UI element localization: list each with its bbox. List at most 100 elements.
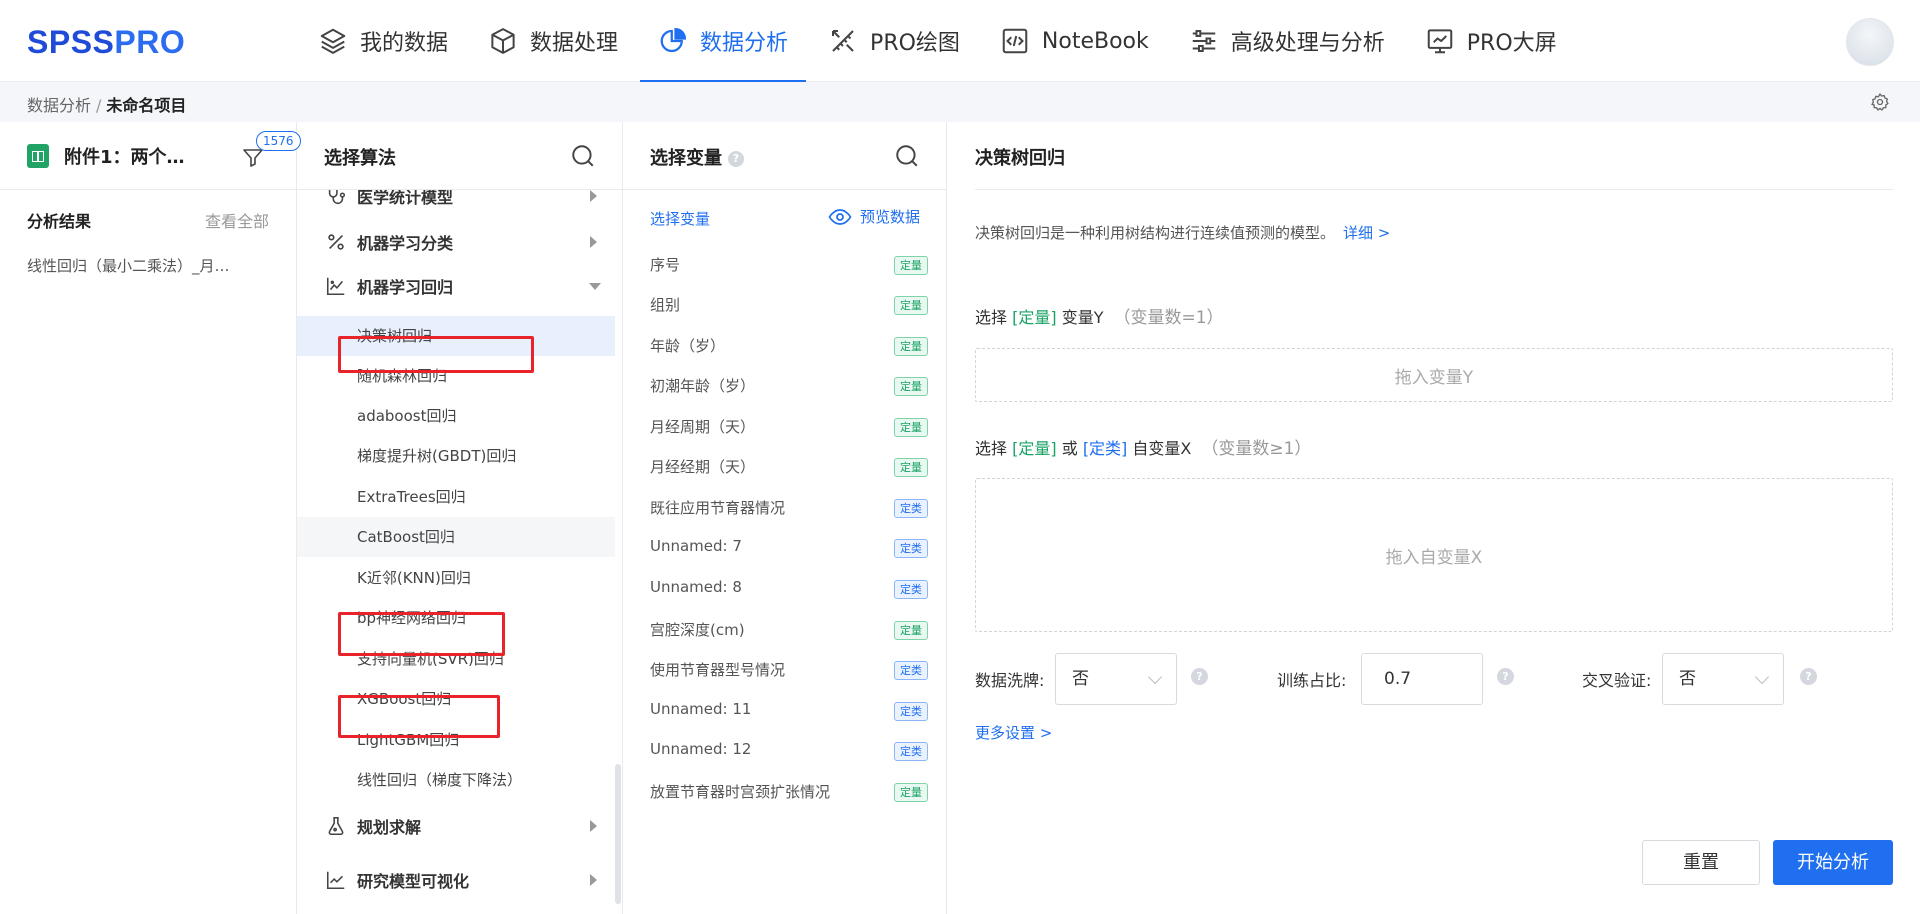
variable-item[interactable]: 既往应用节育器情况 定类 bbox=[650, 497, 930, 521]
more-settings-link[interactable]: 更多设置 > bbox=[975, 722, 1052, 743]
preview-data-link[interactable]: 预览数据 bbox=[828, 206, 920, 227]
variable-item[interactable]: Unnamed: 12 定类 bbox=[650, 740, 930, 764]
algo-item[interactable]: K近邻(KNN)回归 bbox=[297, 558, 615, 598]
highlight-box-bp-nn bbox=[338, 612, 505, 656]
gear-icon[interactable] bbox=[1870, 92, 1890, 112]
x-label-tag2: [定类] bbox=[1082, 439, 1128, 458]
nav-pro-plot-label: PRO绘图 bbox=[870, 31, 960, 56]
y-dropzone-text: 拖入变量Y bbox=[1394, 367, 1474, 388]
reset-button[interactable]: 重置 bbox=[1642, 840, 1760, 885]
nav-pro-plot[interactable]: PRO绘图 bbox=[810, 0, 978, 82]
variable-name: 年龄（岁） bbox=[650, 337, 726, 355]
variable-name: Unnamed: 7 bbox=[650, 537, 742, 555]
variable-item[interactable]: 放置节育器时宫颈扩张情况 定量 bbox=[650, 781, 930, 805]
config-title: 决策树回归 bbox=[975, 148, 1065, 169]
breadcrumb-parent[interactable]: 数据分析 bbox=[27, 96, 91, 115]
algo-item[interactable]: 线性回归（梯度下降法） bbox=[297, 760, 615, 800]
variable-item[interactable]: 组别 定量 bbox=[650, 294, 930, 318]
chevron-right-icon bbox=[590, 236, 597, 248]
brand-logo-part1: SPSS bbox=[27, 24, 115, 60]
variable-subtitle: 选择变量 bbox=[650, 210, 711, 228]
train-ratio-input[interactable]: 0.7 bbox=[1361, 653, 1483, 705]
variable-type-badge: 定类 bbox=[894, 661, 928, 680]
variable-item[interactable]: 月经周期（天） 定量 bbox=[650, 416, 930, 440]
category-medical-stats[interactable]: 医学统计模型 bbox=[325, 190, 453, 208]
train-ratio-label: 训练占比: bbox=[1277, 671, 1347, 690]
help-icon[interactable]: ? bbox=[1800, 668, 1817, 685]
algo-item[interactable]: ExtraTrees回归 bbox=[297, 477, 615, 517]
nav-pro-screen[interactable]: PRO大屏 bbox=[1407, 0, 1575, 82]
nav-data-processing[interactable]: 数据处理 bbox=[470, 0, 636, 82]
nav-data-analysis[interactable]: 数据分析 bbox=[640, 0, 807, 82]
eye-icon bbox=[828, 208, 852, 225]
variable-item[interactable]: 初潮年龄（岁） 定量 bbox=[650, 375, 930, 399]
y-dropzone[interactable]: 拖入变量Y bbox=[975, 348, 1893, 402]
view-all-link[interactable]: 查看全部 bbox=[205, 208, 269, 232]
search-icon[interactable] bbox=[570, 143, 596, 169]
x-label-post: 自变量X bbox=[1132, 439, 1192, 458]
file-name[interactable]: 附件1：两个… bbox=[64, 143, 185, 169]
category-ml-regression[interactable]: 机器学习回归 bbox=[325, 274, 453, 298]
variable-name: 初潮年龄（岁） bbox=[650, 377, 756, 395]
user-avatar[interactable] bbox=[1846, 18, 1894, 66]
x-label-tag1: [定量] bbox=[1012, 439, 1057, 458]
variable-type-badge: 定量 bbox=[894, 337, 928, 356]
category-ml-classification[interactable]: 机器学习分类 bbox=[325, 230, 453, 254]
algorithm-tree: 医学统计模型 机器学习分类 机器学习回归 决策树回归 随机森林回归 adaboo… bbox=[297, 190, 623, 914]
preview-data-label: 预览数据 bbox=[859, 208, 920, 226]
breadcrumb-separator: / bbox=[96, 96, 102, 115]
x-dropzone[interactable]: 拖入自变量X bbox=[975, 478, 1893, 632]
brand-logo[interactable]: SPSSPRO bbox=[27, 24, 185, 61]
variable-item[interactable]: 宫腔深度(cm) 定量 bbox=[650, 619, 930, 643]
config-panel: 决策树回归 决策树回归是一种利用树结构进行连续值预测的模型。 详细 > 选择 [定… bbox=[947, 122, 1920, 914]
variable-type-badge: 定量 bbox=[894, 458, 928, 477]
variable-type-badge: 定类 bbox=[894, 539, 928, 558]
help-icon[interactable]: ? bbox=[1497, 668, 1514, 685]
variable-item[interactable]: Unnamed: 8 定类 bbox=[650, 578, 930, 602]
breadcrumb: 数据分析 / 未命名项目 bbox=[27, 92, 186, 116]
algo-item[interactable]: 梯度提升树(GBDT)回归 bbox=[297, 436, 615, 476]
variable-item[interactable]: Unnamed: 11 定类 bbox=[650, 700, 930, 724]
main-nav: 我的数据 数据处理 数据分析 PRO绘图 NoteBook 高级处理与分析 PR… bbox=[300, 0, 1579, 82]
result-item[interactable]: 线性回归（最小二乘法）_月… bbox=[27, 255, 230, 276]
nav-advanced[interactable]: 高级处理与分析 bbox=[1171, 0, 1403, 82]
help-icon[interactable]: ? bbox=[1191, 668, 1208, 685]
help-icon[interactable]: ? bbox=[728, 151, 744, 167]
pie-chart-icon bbox=[660, 27, 687, 53]
shuffle-select[interactable]: 否 bbox=[1055, 653, 1177, 705]
cross-validation-select[interactable]: 否 bbox=[1662, 653, 1784, 705]
variable-name: 月经周期（天） bbox=[650, 418, 756, 436]
detail-link[interactable]: 详细 > bbox=[1343, 224, 1390, 242]
variable-item[interactable]: 序号 定量 bbox=[650, 254, 930, 278]
algorithm-panel-header: 选择算法 bbox=[297, 122, 622, 190]
y-label-count: （变量数=1） bbox=[1113, 308, 1224, 328]
variable-item[interactable]: 月经经期（天） 定量 bbox=[650, 456, 930, 480]
variable-type-badge: 定量 bbox=[894, 296, 928, 315]
variable-type-badge: 定量 bbox=[894, 377, 928, 396]
algo-item[interactable]: adaboost回归 bbox=[297, 396, 615, 436]
variable-name: 使用节育器型号情况 bbox=[650, 661, 786, 679]
variable-type-badge: 定类 bbox=[894, 499, 928, 518]
variable-name: 序号 bbox=[650, 256, 681, 274]
variable-type-badge: 定类 bbox=[894, 742, 928, 761]
nav-pro-screen-label: PRO大屏 bbox=[1466, 31, 1557, 56]
variable-name: Unnamed: 12 bbox=[650, 740, 752, 758]
algorithm-scrollbar[interactable] bbox=[615, 764, 621, 904]
nav-my-data[interactable]: 我的数据 bbox=[300, 0, 466, 82]
variable-item[interactable]: Unnamed: 7 定类 bbox=[650, 537, 930, 561]
highlight-box-xgboost bbox=[338, 695, 500, 738]
brand-logo-part2: PRO bbox=[114, 24, 186, 60]
category-model-visual[interactable]: 研究模型可视化 bbox=[325, 868, 469, 892]
y-label-post: 变量Y bbox=[1061, 308, 1104, 327]
algo-item[interactable]: CatBoost回归 bbox=[297, 517, 615, 557]
x-variable-label: 选择 [定量] 或 [定类] 自变量X （变量数≥1） bbox=[975, 434, 1311, 459]
variable-item[interactable]: 年龄（岁） 定量 bbox=[650, 335, 930, 359]
search-icon[interactable] bbox=[894, 143, 920, 169]
variable-item[interactable]: 使用节育器型号情况 定类 bbox=[650, 659, 930, 683]
category-planning[interactable]: 规划求解 bbox=[325, 814, 421, 838]
nav-my-data-label: 我的数据 bbox=[360, 31, 449, 56]
variable-type-badge: 定量 bbox=[894, 418, 928, 437]
start-analysis-button[interactable]: 开始分析 bbox=[1773, 840, 1893, 885]
variable-panel: 选择变量? 选择变量 预览数据 序号 定量 组别 定量 年龄（岁） 定量 初潮年龄（岁… bbox=[623, 122, 947, 914]
nav-notebook[interactable]: NoteBook bbox=[982, 0, 1167, 82]
